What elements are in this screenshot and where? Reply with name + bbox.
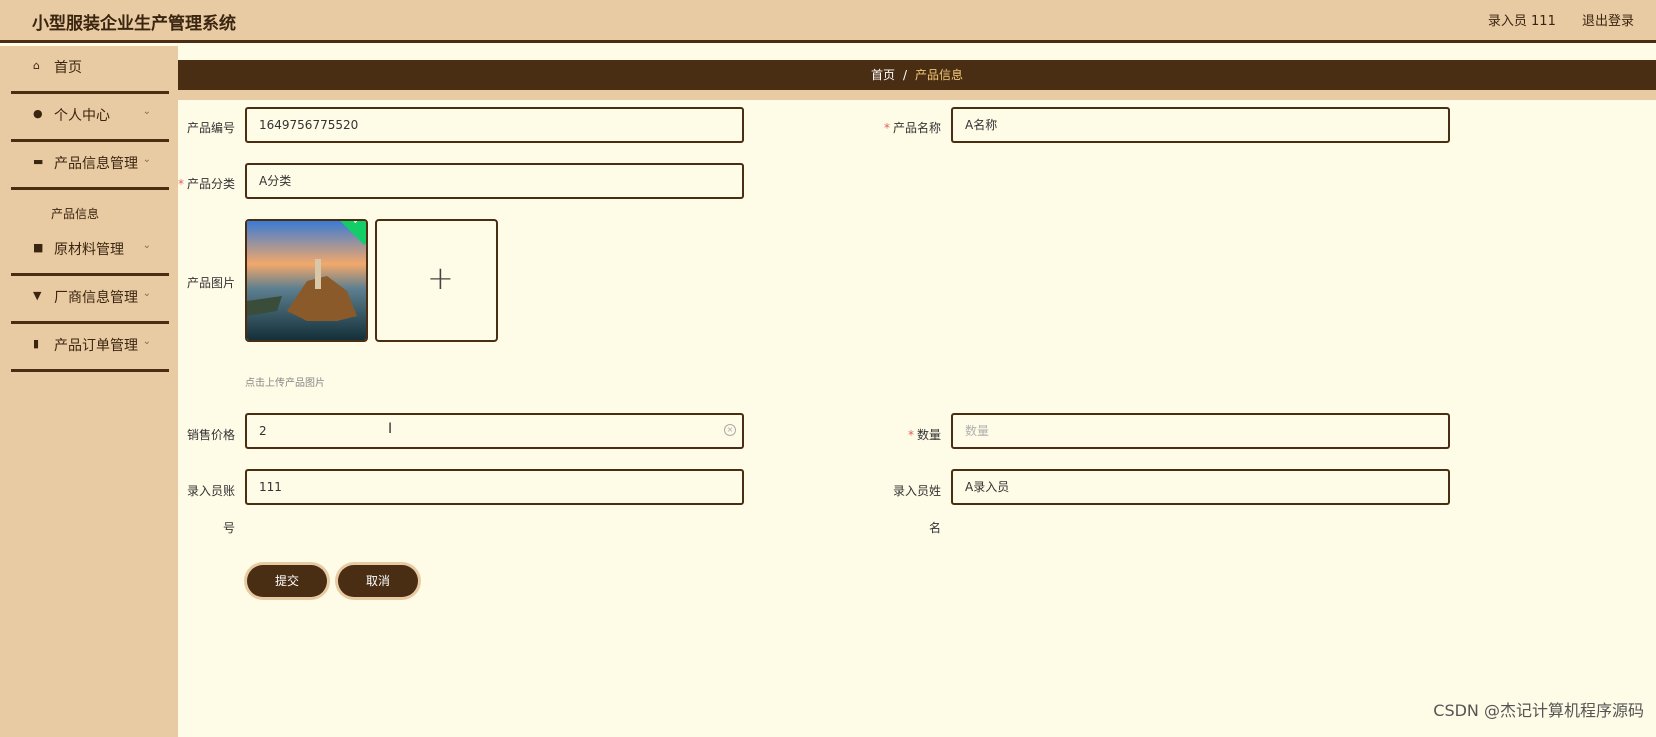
quantity-field[interactable]: 数量 xyxy=(951,413,1450,449)
category-label-text: 产品分类 xyxy=(186,177,235,191)
image-upload-hint: 点击上传产品图片 xyxy=(245,378,325,389)
app-title: 小型服装企业生产管理系统 xyxy=(32,14,236,34)
breadcrumb-home[interactable]: 首页 xyxy=(871,68,895,82)
clerk-name-label: 录入员姓 xyxy=(871,482,941,499)
clerk-name-field[interactable]: A录入员 xyxy=(951,469,1450,505)
breadcrumb-separator: / xyxy=(902,68,908,82)
check-icon: ✓ xyxy=(352,219,362,227)
product-code-field[interactable]: 1649756775520 xyxy=(245,107,744,143)
required-mark: * xyxy=(883,121,890,135)
sidebar-item-product-info[interactable]: ▬ 产品信息管理 ⌄ xyxy=(11,142,169,190)
chevron-down-icon: ⌄ xyxy=(142,106,151,117)
submenu-item-label: 产品信息 xyxy=(51,207,100,221)
product-image-label: 产品图片 xyxy=(186,276,235,290)
clerk-name-label-line1: 录入员姓 xyxy=(892,484,941,498)
clerk-name-label-wrap: 名 xyxy=(871,519,941,536)
sidebar-item-home[interactable]: ⌂ 首页 xyxy=(11,46,169,94)
sidebar-item-label: 产品信息管理 xyxy=(54,156,138,172)
sidebar-item-orders[interactable]: ▮ 产品订单管理 ⌄ xyxy=(11,324,169,372)
sidebar-item-profile[interactable]: ● 个人中心 ⌄ xyxy=(11,94,169,142)
landscape-photo xyxy=(247,221,366,340)
plus-icon: + xyxy=(427,259,454,297)
clerk-account-field[interactable]: 111 xyxy=(245,469,744,505)
top-bar-actions: 录入员 111 退出登录 xyxy=(1488,10,1656,29)
watermark: CSDN @杰记计算机程序源码 xyxy=(1433,701,1644,720)
chevron-down-icon: ⌄ xyxy=(142,154,151,165)
category-label: * 产品分类 xyxy=(165,175,235,192)
sidebar-item-label: 产品订单管理 xyxy=(54,338,138,354)
current-user: 录入员 111 xyxy=(1487,14,1556,29)
submit-button[interactable]: 提交 xyxy=(247,565,327,597)
quantity-label-text: 数量 xyxy=(916,428,941,442)
required-mark: * xyxy=(177,177,184,191)
product-name-label: * 产品名称 xyxy=(871,119,941,136)
clerk-account-label-line2: 号 xyxy=(222,521,235,535)
clerk-account-label-line1: 录入员账 xyxy=(186,484,235,498)
required-mark: * xyxy=(907,428,914,442)
text-cursor-icon: I xyxy=(388,421,393,437)
quantity-label: * 数量 xyxy=(871,426,941,443)
sidebar-menu: ⌂ 首页 ● 个人中心 ⌄ ▬ 产品信息管理 ⌄ 产品信息 ■ 原材料管理 ⌄ … xyxy=(11,46,169,372)
breadcrumb-underline xyxy=(178,90,1656,100)
clear-icon[interactable]: × xyxy=(724,424,736,436)
chevron-down-icon: ⌄ xyxy=(142,336,151,347)
chevron-down-icon: ⌄ xyxy=(142,288,151,299)
home-icon: ⌂ xyxy=(33,59,40,72)
breadcrumb-current: 产品信息 xyxy=(915,68,964,82)
price-label: 销售价格 xyxy=(186,428,235,442)
top-bar: 小型服装企业生产管理系统 录入员 111 退出登录 xyxy=(0,0,1656,43)
sidebar-item-vendors[interactable]: ▼ 厂商信息管理 ⌄ xyxy=(11,276,169,324)
user-icon: ● xyxy=(33,107,43,120)
sidebar-item-label: 首页 xyxy=(54,60,82,76)
clerk-name-label-line2: 名 xyxy=(928,521,941,535)
logout-link[interactable]: 退出登录 xyxy=(1582,14,1634,29)
sidebar-item-label: 个人中心 xyxy=(54,108,110,124)
product-code-label: 产品编号 xyxy=(186,121,235,135)
sidebar: ⌂ 首页 ● 个人中心 ⌄ ▬ 产品信息管理 ⌄ 产品信息 ■ 原材料管理 ⌄ … xyxy=(0,46,178,737)
main-content: 首页 / 产品信息 xyxy=(178,46,1656,737)
breadcrumb: 首页 / 产品信息 xyxy=(178,60,1656,90)
image-upload-button[interactable]: + xyxy=(375,219,498,342)
clerk-account-label-wrap: 号 xyxy=(165,519,235,536)
product-name-label-text: 产品名称 xyxy=(892,121,941,135)
briefcase-icon: ■ xyxy=(33,241,44,254)
shop-icon: ▼ xyxy=(33,289,42,302)
category-field[interactable]: A分类 xyxy=(245,163,744,199)
cancel-button[interactable]: 取消 xyxy=(338,565,418,597)
chevron-down-icon: ⌄ xyxy=(142,240,151,251)
product-image-thumbnail[interactable]: ✓ xyxy=(245,219,368,342)
sidebar-item-materials[interactable]: ■ 原材料管理 ⌄ xyxy=(11,228,169,276)
bar-chart-icon: ▮ xyxy=(33,337,40,350)
sidebar-item-label: 厂商信息管理 xyxy=(54,290,138,306)
product-name-field[interactable]: A名称 xyxy=(951,107,1450,143)
clerk-account-label: 录入员账 xyxy=(165,482,235,499)
price-field[interactable]: 2 xyxy=(245,413,744,449)
sidebar-item-label: 原材料管理 xyxy=(54,242,124,258)
monitor-icon: ▬ xyxy=(33,155,44,168)
